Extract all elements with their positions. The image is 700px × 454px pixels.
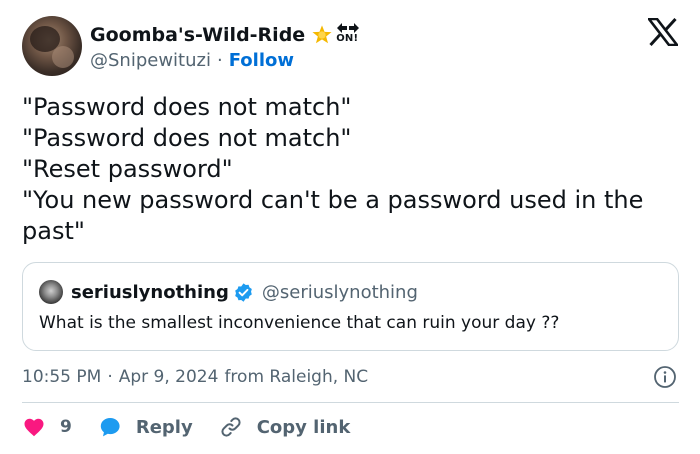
quoted-tweet[interactable]: seriuslynothing @seriuslynothing What is…	[22, 262, 679, 351]
quoted-tweet-header: seriuslynothing @seriuslynothing	[39, 280, 418, 304]
on-badge: ON!	[335, 23, 361, 47]
copy-link-label: Copy link	[256, 416, 351, 438]
tweet-text: "Password does not match" "Password does…	[22, 92, 662, 247]
reply-button[interactable]: Reply	[98, 415, 193, 439]
quoted-author-name[interactable]: seriuslynothing	[71, 282, 229, 303]
author-handle[interactable]: @Snipewituzi	[90, 50, 211, 71]
arrows-icon	[337, 23, 360, 33]
tweet-line: "You new password can't be a password us…	[22, 186, 652, 245]
reply-bubble-icon	[100, 418, 120, 437]
heart-icon	[24, 418, 44, 437]
reply-label: Reply	[135, 416, 193, 438]
quoted-author-avatar[interactable]	[39, 280, 63, 304]
verified-icon	[235, 282, 252, 302]
follow-button[interactable]: Follow	[229, 50, 294, 71]
tweet-time[interactable]: 10:55 PM	[22, 367, 101, 387]
like-count: 9	[60, 417, 72, 437]
copy-link-button[interactable]: Copy link	[219, 415, 351, 439]
on-badge-text: ON!	[336, 33, 359, 44]
link-icon	[221, 417, 241, 437]
tweet-line: "Password does not match"	[22, 124, 352, 152]
author-name-row: Goomba's-Wild-Ride ON!	[90, 22, 361, 48]
x-logo-icon[interactable]	[648, 18, 678, 46]
quoted-author-handle[interactable]: @seriuslynothing	[262, 282, 418, 303]
meta-separator: ·	[107, 367, 113, 387]
tweet-meta: 10:55 PM · Apr 9, 2024 from Raleigh, NC	[22, 364, 679, 390]
tweet-date[interactable]: Apr 9, 2024	[119, 367, 219, 387]
author-display-name[interactable]: Goomba's-Wild-Ride	[90, 24, 305, 46]
handle-separator: ·	[216, 49, 223, 71]
tweet-actions: 9 Reply Copy link	[22, 412, 350, 442]
divider	[22, 402, 679, 403]
quoted-tweet-text: What is the smallest inconvenience that …	[39, 313, 560, 333]
info-icon[interactable]	[653, 365, 677, 389]
tweet-line: "Reset password"	[22, 155, 233, 183]
star-icon	[312, 25, 332, 44]
tweet-header: Goomba's-Wild-Ride ON! @Snipewituzi · Fo…	[22, 16, 682, 78]
tweet-line: "Password does not match"	[22, 93, 352, 121]
author-handle-row: @Snipewituzi · Follow	[90, 48, 294, 72]
like-button[interactable]: 9	[22, 415, 72, 439]
tweet-location: from Raleigh, NC	[224, 367, 369, 387]
author-avatar[interactable]	[22, 16, 82, 76]
